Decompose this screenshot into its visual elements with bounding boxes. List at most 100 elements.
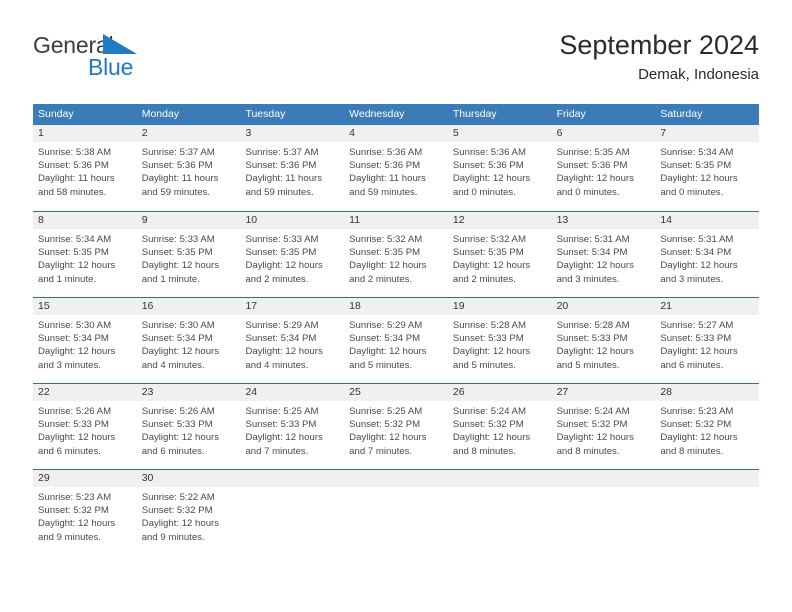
sunset-text: Sunset: 5:32 PM xyxy=(660,419,732,431)
calendar-day-cell[interactable]: 8 Sunrise: 5:34 AM Sunset: 5:35 PM Daylight… xyxy=(33,212,137,297)
calendar-day-cell[interactable]: 18 Sunrise: 5:29 AM Sunset: 5:34 PM Dayligh… xyxy=(344,298,448,383)
calendar-day-cell[interactable]: 1 Sunrise: 5:38 AM Sunset: 5:36 PM Daylight… xyxy=(33,125,137,211)
sunset-text: Sunset: 5:35 PM xyxy=(141,247,213,259)
sunset-text: Sunset: 5:33 PM xyxy=(38,419,109,431)
sunset-text: Sunset: 5:35 PM xyxy=(349,247,421,259)
daylight-text: Daylight: 12 hours and 8 minutes. xyxy=(556,432,634,457)
day-number: 1 xyxy=(33,125,137,142)
day-details: Sunrise: 5:33 AM Sunset: 5:35 PM Daylight:… xyxy=(240,229,344,286)
day-details: Sunrise: 5:30 AM Sunset: 5:34 PM Daylight:… xyxy=(137,315,241,372)
calendar-day-cell[interactable]: 17 Sunrise: 5:29 AM Sunset: 5:34 PM Dayligh… xyxy=(240,298,345,383)
sunrise-text: Sunrise: 5:31 AM xyxy=(556,234,630,245)
calendar-day-cell[interactable]: 23 Sunrise: 5:26 AM Sunset: 5:33 PM Dayligh… xyxy=(136,384,241,469)
day-details: Sunrise: 5:33 AM Sunset: 5:35 PM Daylight:… xyxy=(137,229,241,286)
weekday-header-saturday: Saturday xyxy=(660,108,703,120)
calendar-day-cell[interactable]: 19 Sunrise: 5:28 AM Sunset: 5:33 PM Dayligh… xyxy=(447,298,552,383)
sunset-text: Sunset: 5:33 PM xyxy=(245,419,317,431)
calendar-day-cell[interactable]: 11 Sunrise: 5:32 AM Sunset: 5:35 PM Dayligh… xyxy=(344,212,448,297)
calendar-day-cell[interactable]: 26 Sunrise: 5:24 AM Sunset: 5:32 PM Dayligh… xyxy=(447,384,552,469)
calendar-day-cell[interactable]: 7 Sunrise: 5:34 AM Sunset: 5:35 PM Daylight… xyxy=(655,125,760,211)
day-number: 30 xyxy=(136,470,241,487)
day-number xyxy=(655,470,760,487)
calendar-day-cell[interactable]: 24 Sunrise: 5:25 AM Sunset: 5:33 PM Dayligh… xyxy=(240,384,345,469)
calendar-week-row: 8 Sunrise: 5:34 AM Sunset: 5:35 PM Daylight… xyxy=(33,211,760,297)
daylight-text: Daylight: 12 hours and 2 minutes. xyxy=(349,260,427,285)
calendar-day-cell[interactable]: 20 Sunrise: 5:28 AM Sunset: 5:33 PM Dayligh… xyxy=(551,298,656,383)
sunrise-text: Sunrise: 5:38 AM xyxy=(38,147,112,158)
calendar-day-cell[interactable]: 15 Sunrise: 5:30 AM Sunset: 5:34 PM Dayligh… xyxy=(33,298,137,383)
calendar-day-cell[interactable]: 3 Sunrise: 5:37 AM Sunset: 5:36 PM Daylight… xyxy=(240,125,345,211)
calendar-week-row: 1 Sunrise: 5:38 AM Sunset: 5:36 PM Daylight… xyxy=(33,125,760,211)
daylight-text: Daylight: 12 hours and 9 minutes. xyxy=(141,518,220,543)
day-details: Sunrise: 5:25 AM Sunset: 5:32 PM Daylight:… xyxy=(344,401,448,458)
sunrise-text: Sunrise: 5:27 AM xyxy=(660,320,734,331)
calendar-day-cell[interactable]: 9 Sunrise: 5:33 AM Sunset: 5:35 PM Daylight… xyxy=(136,212,241,297)
calendar-day-cell[interactable]: 12 Sunrise: 5:32 AM Sunset: 5:35 PM Dayligh… xyxy=(447,212,552,297)
daylight-text: Daylight: 12 hours and 6 minutes. xyxy=(38,432,116,457)
logo-text-blue: Blue xyxy=(88,54,134,80)
day-details: Sunrise: 5:37 AM Sunset: 5:36 PM Daylight:… xyxy=(240,142,344,199)
calendar-day-cell[interactable]: 10 Sunrise: 5:33 AM Sunset: 5:35 PM Dayligh… xyxy=(240,212,345,297)
day-details: Sunrise: 5:25 AM Sunset: 5:33 PM Daylight:… xyxy=(240,401,344,458)
sunset-text: Sunset: 5:36 PM xyxy=(452,160,524,172)
daylight-text: Daylight: 11 hours and 59 minutes. xyxy=(349,173,426,198)
sunrise-text: Sunrise: 5:28 AM xyxy=(452,320,526,331)
day-details: Sunrise: 5:37 AM Sunset: 5:36 PM Daylight:… xyxy=(137,142,241,199)
day-number: 3 xyxy=(240,125,345,142)
calendar-day-cell[interactable]: 25 Sunrise: 5:25 AM Sunset: 5:32 PM Dayligh… xyxy=(344,384,448,469)
location-subtitle: Demak, Indonesia xyxy=(638,66,759,83)
calendar-day-cell[interactable]: 16 Sunrise: 5:30 AM Sunset: 5:34 PM Dayligh… xyxy=(136,298,241,383)
sunset-text: Sunset: 5:34 PM xyxy=(349,333,421,345)
calendar-day-cell[interactable]: 14 Sunrise: 5:31 AM Sunset: 5:34 PM Dayligh… xyxy=(655,212,760,297)
calendar-day-cell-empty xyxy=(655,470,760,555)
calendar-weeks: 1 Sunrise: 5:38 AM Sunset: 5:36 PM Daylight… xyxy=(33,125,760,555)
day-number: 16 xyxy=(136,298,241,315)
calendar-day-cell[interactable]: 4 Sunrise: 5:36 AM Sunset: 5:36 PM Daylight… xyxy=(344,125,448,211)
calendar-page: General Blue September 2024 Demak, Indon… xyxy=(0,0,792,612)
sunset-text: Sunset: 5:34 PM xyxy=(556,247,628,259)
calendar-day-cell[interactable]: 2 Sunrise: 5:37 AM Sunset: 5:36 PM Daylight… xyxy=(136,125,241,211)
day-details: Sunrise: 5:26 AM Sunset: 5:33 PM Daylight:… xyxy=(137,401,241,458)
sunset-text: Sunset: 5:32 PM xyxy=(38,505,109,517)
sunrise-text: Sunrise: 5:35 AM xyxy=(556,147,630,158)
calendar-day-cell[interactable]: 21 Sunrise: 5:27 AM Sunset: 5:33 PM Dayligh… xyxy=(655,298,760,383)
daylight-text: Daylight: 12 hours and 5 minutes. xyxy=(452,346,531,371)
calendar-day-cell[interactable]: 30 Sunrise: 5:22 AM Sunset: 5:32 PM Dayligh… xyxy=(136,470,241,555)
calendar-day-cell[interactable]: 13 Sunrise: 5:31 AM Sunset: 5:34 PM Dayligh… xyxy=(551,212,656,297)
day-number: 4 xyxy=(344,125,448,142)
day-details: Sunrise: 5:23 AM Sunset: 5:32 PM Daylight:… xyxy=(33,487,137,544)
calendar-day-cell[interactable]: 6 Sunrise: 5:35 AM Sunset: 5:36 PM Daylight… xyxy=(551,125,656,211)
day-number: 17 xyxy=(240,298,345,315)
sunset-text: Sunset: 5:35 PM xyxy=(660,160,732,172)
sunrise-text: Sunrise: 5:29 AM xyxy=(349,320,423,331)
calendar-week-row: 22 Sunrise: 5:26 AM Sunset: 5:33 PM Dayligh… xyxy=(33,383,760,469)
day-details: Sunrise: 5:27 AM Sunset: 5:33 PM Daylight:… xyxy=(655,315,759,372)
weekday-header-tuesday: Tuesday xyxy=(245,108,286,120)
sunrise-text: Sunrise: 5:33 AM xyxy=(141,234,215,245)
calendar-day-cell[interactable]: 28 Sunrise: 5:23 AM Sunset: 5:32 PM Dayligh… xyxy=(655,384,760,469)
daylight-text: Daylight: 12 hours and 0 minutes. xyxy=(556,173,634,198)
weekday-header-monday: Monday xyxy=(141,108,180,120)
sunrise-text: Sunrise: 5:29 AM xyxy=(245,320,319,331)
day-details: Sunrise: 5:38 AM Sunset: 5:36 PM Daylight:… xyxy=(33,142,137,199)
day-number: 2 xyxy=(136,125,241,142)
general-blue-logo[interactable]: General Blue xyxy=(33,32,233,88)
sunrise-text: Sunrise: 5:32 AM xyxy=(452,234,526,245)
calendar-day-cell[interactable]: 22 Sunrise: 5:26 AM Sunset: 5:33 PM Dayligh… xyxy=(33,384,137,469)
day-details: Sunrise: 5:28 AM Sunset: 5:33 PM Daylight:… xyxy=(448,315,552,372)
sunset-text: Sunset: 5:33 PM xyxy=(141,419,213,431)
daylight-text: Daylight: 11 hours and 58 minutes. xyxy=(38,173,115,198)
sunrise-text: Sunrise: 5:24 AM xyxy=(556,406,630,417)
sunset-text: Sunset: 5:34 PM xyxy=(141,333,213,345)
day-number: 13 xyxy=(551,212,656,229)
sunset-text: Sunset: 5:33 PM xyxy=(556,333,628,345)
day-number: 19 xyxy=(447,298,552,315)
sunset-text: Sunset: 5:35 PM xyxy=(245,247,317,259)
calendar-day-cell[interactable]: 5 Sunrise: 5:36 AM Sunset: 5:36 PM Daylight… xyxy=(447,125,552,211)
calendar-day-cell[interactable]: 27 Sunrise: 5:24 AM Sunset: 5:32 PM Dayligh… xyxy=(551,384,656,469)
sunset-text: Sunset: 5:32 PM xyxy=(452,419,524,431)
day-details: Sunrise: 5:22 AM Sunset: 5:32 PM Daylight:… xyxy=(137,487,241,544)
calendar-day-cell[interactable]: 29 Sunrise: 5:23 AM Sunset: 5:32 PM Dayligh… xyxy=(33,470,137,555)
day-number: 25 xyxy=(344,384,448,401)
day-number: 23 xyxy=(136,384,241,401)
